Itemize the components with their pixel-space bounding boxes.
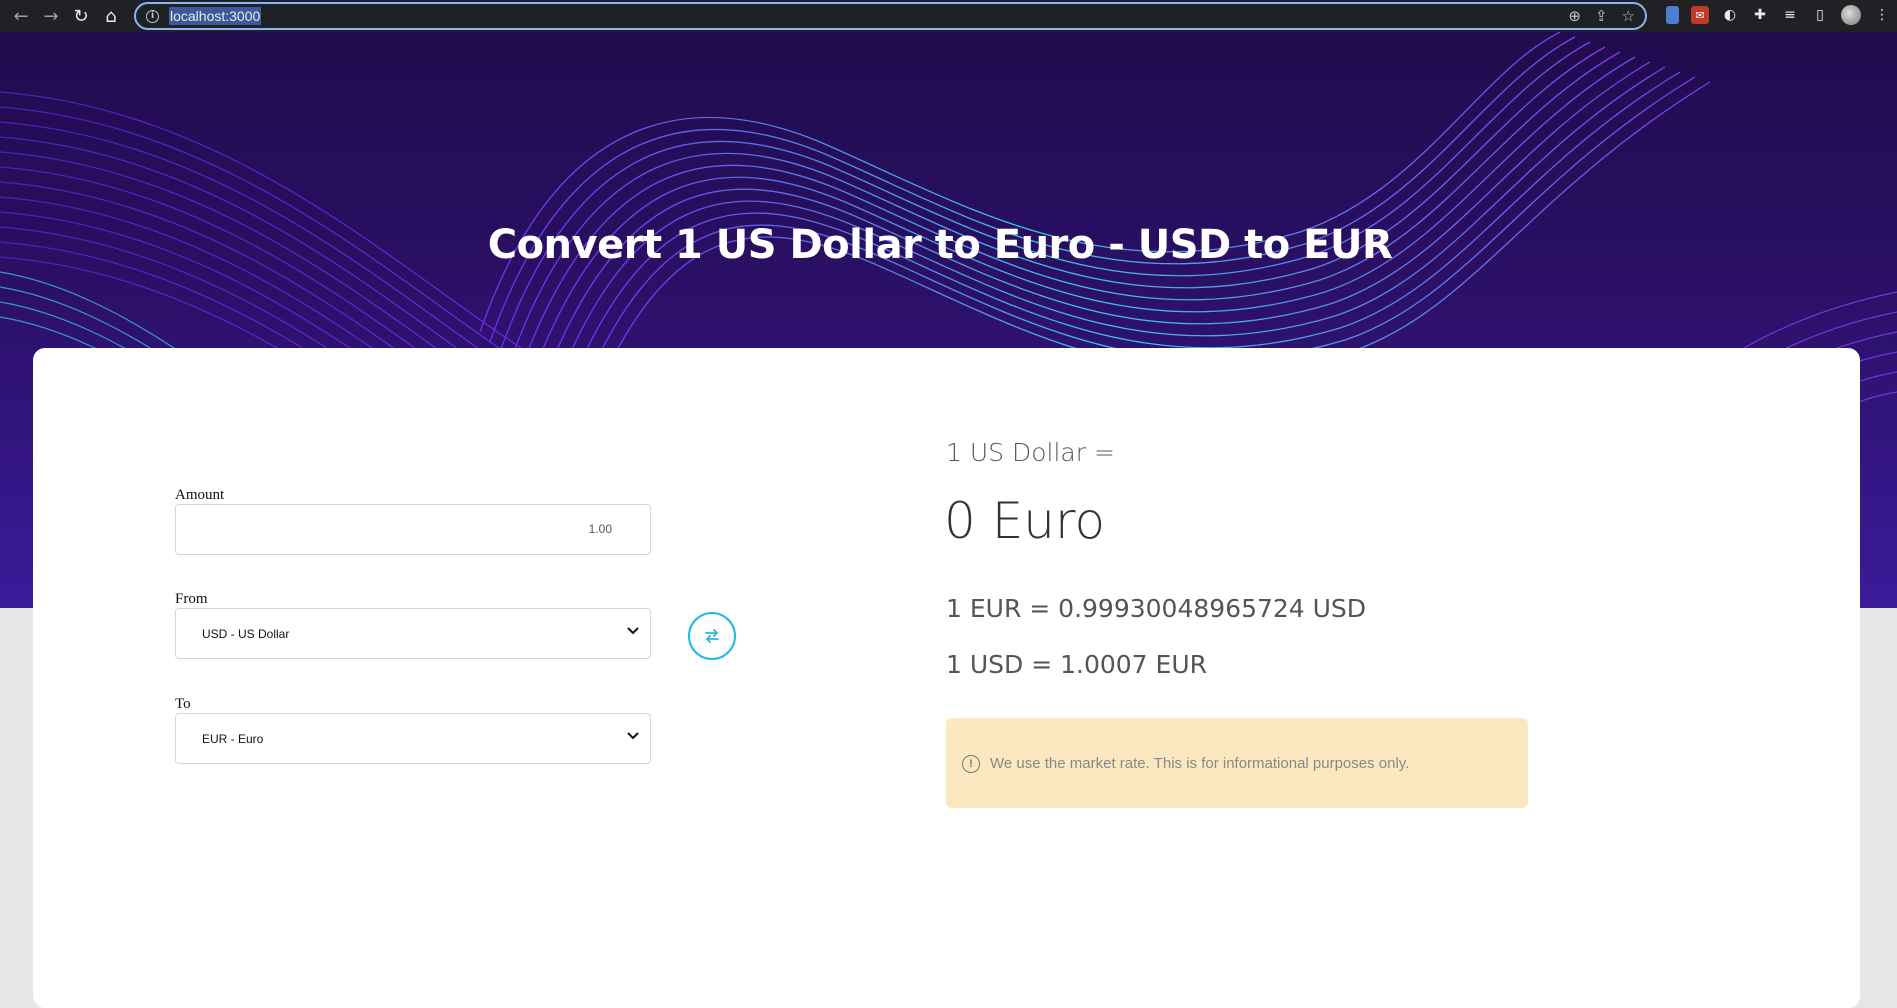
info-notice: ! We use the market rate. This is for in… (946, 718, 1528, 808)
browser-toolbar: ← → ↻ ⌂ i localhost:3000 ⊕ ⇪ ☆ ✉ ◐ ✚ ≡ ▯… (0, 0, 1897, 32)
amount-input[interactable]: 1.00 (175, 504, 651, 555)
to-currency-value: EUR - Euro (202, 732, 264, 746)
extension-icon[interactable] (1666, 6, 1679, 24)
puzzle-icon[interactable]: ✚ (1751, 6, 1769, 24)
from-currency-value: USD - US Dollar (202, 627, 290, 641)
amount-label: Amount (175, 487, 225, 503)
site-info-icon[interactable]: i (146, 9, 159, 23)
forward-icon[interactable]: → (36, 1, 66, 31)
side-panel-icon[interactable]: ▯ (1811, 6, 1829, 24)
media-icon[interactable]: ≡ (1781, 6, 1799, 24)
to-label: To (175, 696, 191, 712)
from-label: From (175, 591, 208, 607)
menu-icon[interactable]: ⋮ (1873, 6, 1891, 24)
swap-currencies-button[interactable] (688, 612, 736, 660)
swap-icon (705, 629, 719, 643)
avatar[interactable] (1841, 5, 1861, 25)
zoom-icon[interactable]: ⊕ (1568, 7, 1581, 25)
from-currency-select[interactable]: USD - US Dollar (175, 608, 651, 659)
rate-eur-usd: 1 EUR = 0.99930048965724 USD (946, 594, 1367, 623)
reload-icon[interactable]: ↻ (66, 1, 96, 31)
address-bar[interactable]: i localhost:3000 ⊕ ⇪ ☆ (134, 2, 1647, 30)
result-from-text: 1 US Dollar = (946, 438, 1115, 467)
notice-text: We use the market rate. This is for info… (990, 755, 1410, 772)
chevron-down-icon (627, 627, 639, 635)
extension-icon[interactable]: ◐ (1721, 6, 1739, 24)
info-icon: ! (962, 755, 980, 773)
share-icon[interactable]: ⇪ (1595, 7, 1608, 25)
to-currency-select[interactable]: EUR - Euro (175, 713, 651, 764)
amount-value: 1.00 (588, 522, 612, 536)
home-icon[interactable]: ⌂ (96, 1, 126, 31)
page-title: Convert 1 US Dollar to Euro - USD to EUR (487, 222, 1393, 268)
bookmark-star-icon[interactable]: ☆ (1622, 7, 1635, 25)
back-icon[interactable]: ← (6, 1, 36, 31)
address-url[interactable]: localhost:3000 (169, 7, 262, 25)
extension-icon[interactable]: ✉ (1691, 6, 1709, 24)
rate-usd-eur: 1 USD = 1.0007 EUR (946, 650, 1207, 679)
extensions-area: ✉ ◐ ✚ ≡ ▯ ⋮ (1666, 5, 1891, 25)
result-amount: 0 Euro (944, 492, 1106, 550)
chevron-down-icon (627, 732, 639, 740)
